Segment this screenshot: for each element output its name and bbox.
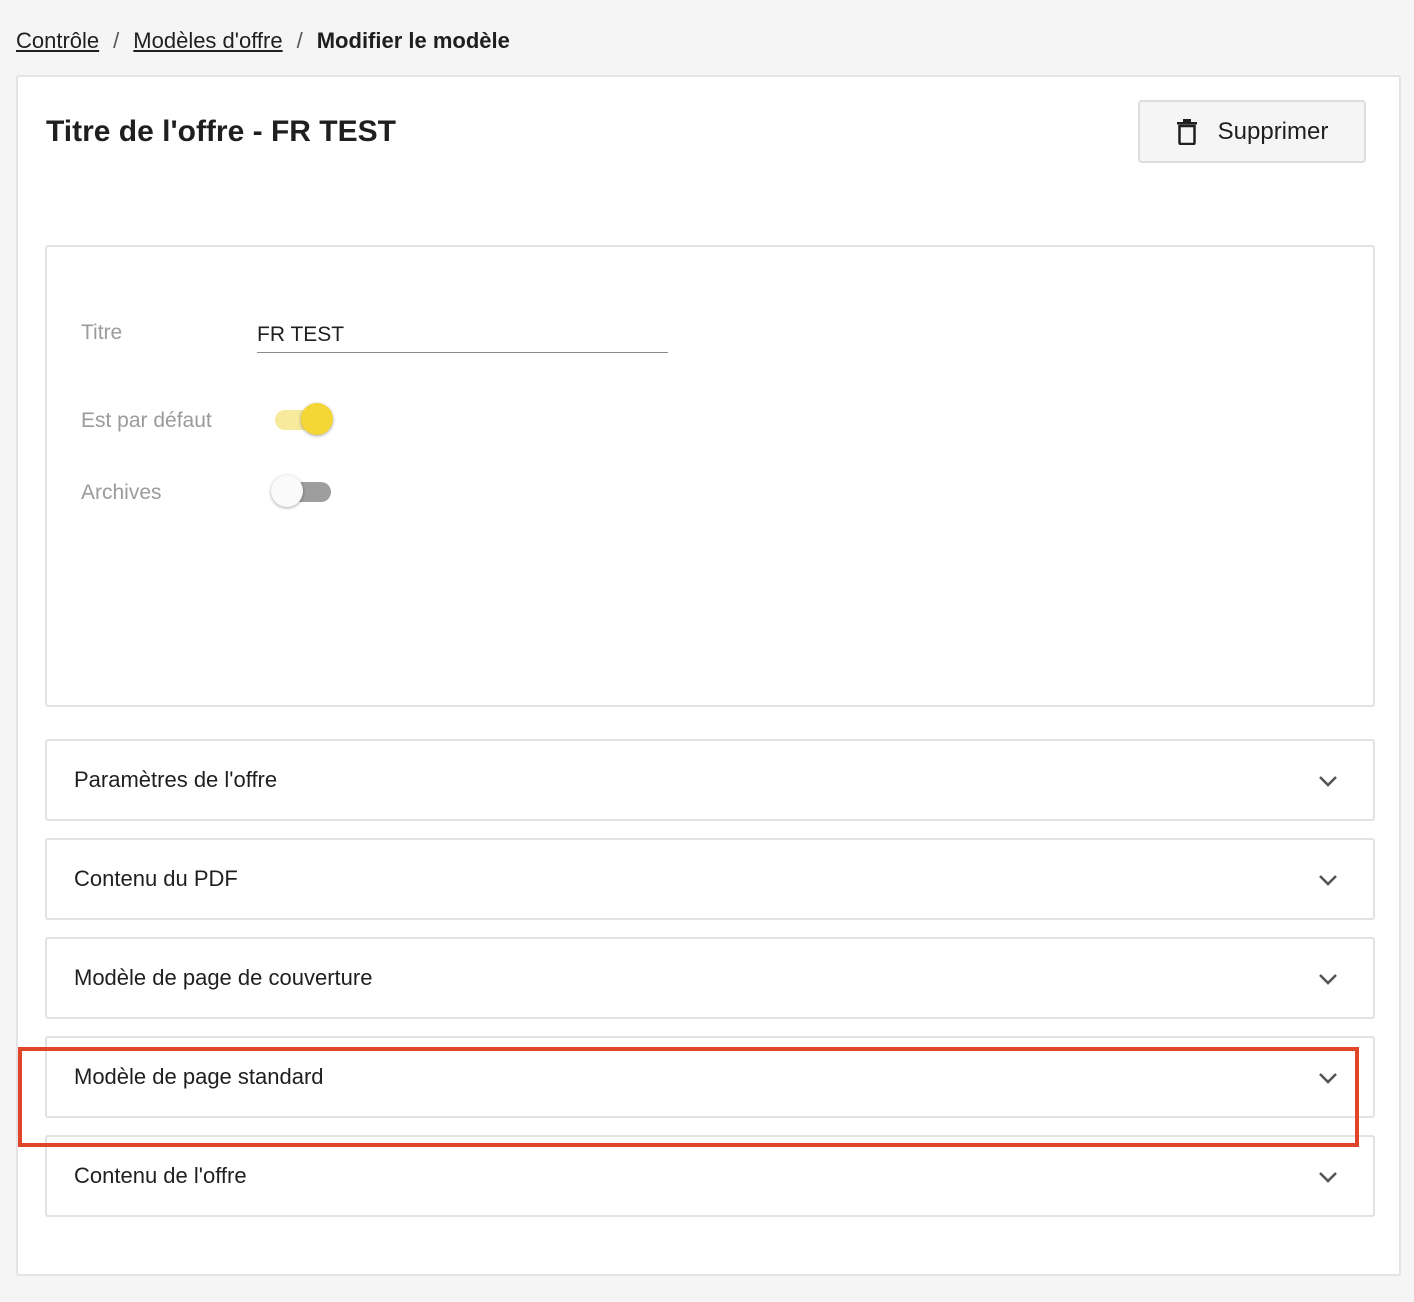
trash-icon [1176,118,1198,145]
main-card: Titre de l'offre - FR TEST Supprimer Tit… [16,75,1401,1276]
section-label: Contenu de l'offre [74,1163,247,1188]
breadcrumb-separator: / [113,28,120,53]
title-field-label: Titre [81,321,123,344]
offer-form-panel: Titre Est par défaut Archives [45,245,1375,707]
archives-toggle[interactable] [271,473,333,509]
section-label: Modèle de page de couverture [74,965,373,990]
section-parametres-offre[interactable]: Paramètres de l'offre [45,739,1375,821]
archives-field-label: Archives [81,481,162,504]
breadcrumb-link-controle[interactable]: Contrôle [16,28,99,54]
breadcrumb-current: Modifier le modèle [316,28,510,53]
section-contenu-offre[interactable]: Contenu de l'offre [45,1135,1375,1217]
default-toggle-thumb [301,403,333,435]
chevron-down-icon [1317,1166,1339,1188]
chevron-down-icon [1317,1067,1339,1089]
page-title: Titre de l'offre - FR TEST [46,115,396,148]
section-label: Paramètres de l'offre [74,767,278,792]
delete-button[interactable]: Supprimer [1138,100,1366,163]
section-page-standard[interactable]: Modèle de page standard [45,1036,1375,1118]
chevron-down-icon [1317,968,1339,990]
chevron-down-icon [1317,770,1339,792]
section-label: Contenu du PDF [74,866,238,891]
archives-toggle-thumb [271,475,303,507]
section-contenu-pdf[interactable]: Contenu du PDF [45,838,1375,920]
breadcrumb-link-modeles[interactable]: Modèles d'offre [133,28,282,54]
chevron-down-icon [1317,869,1339,891]
breadcrumb: Contrôle / Modèles d'offre / Modifier le… [16,28,510,54]
title-input[interactable] [257,317,668,353]
section-page-couverture[interactable]: Modèle de page de couverture [45,937,1375,1019]
default-field-label: Est par défaut [81,409,212,432]
section-label: Modèle de page standard [74,1064,324,1089]
delete-button-label: Supprimer [1217,117,1329,145]
breadcrumb-separator: / [296,28,303,53]
default-toggle[interactable] [275,401,333,437]
